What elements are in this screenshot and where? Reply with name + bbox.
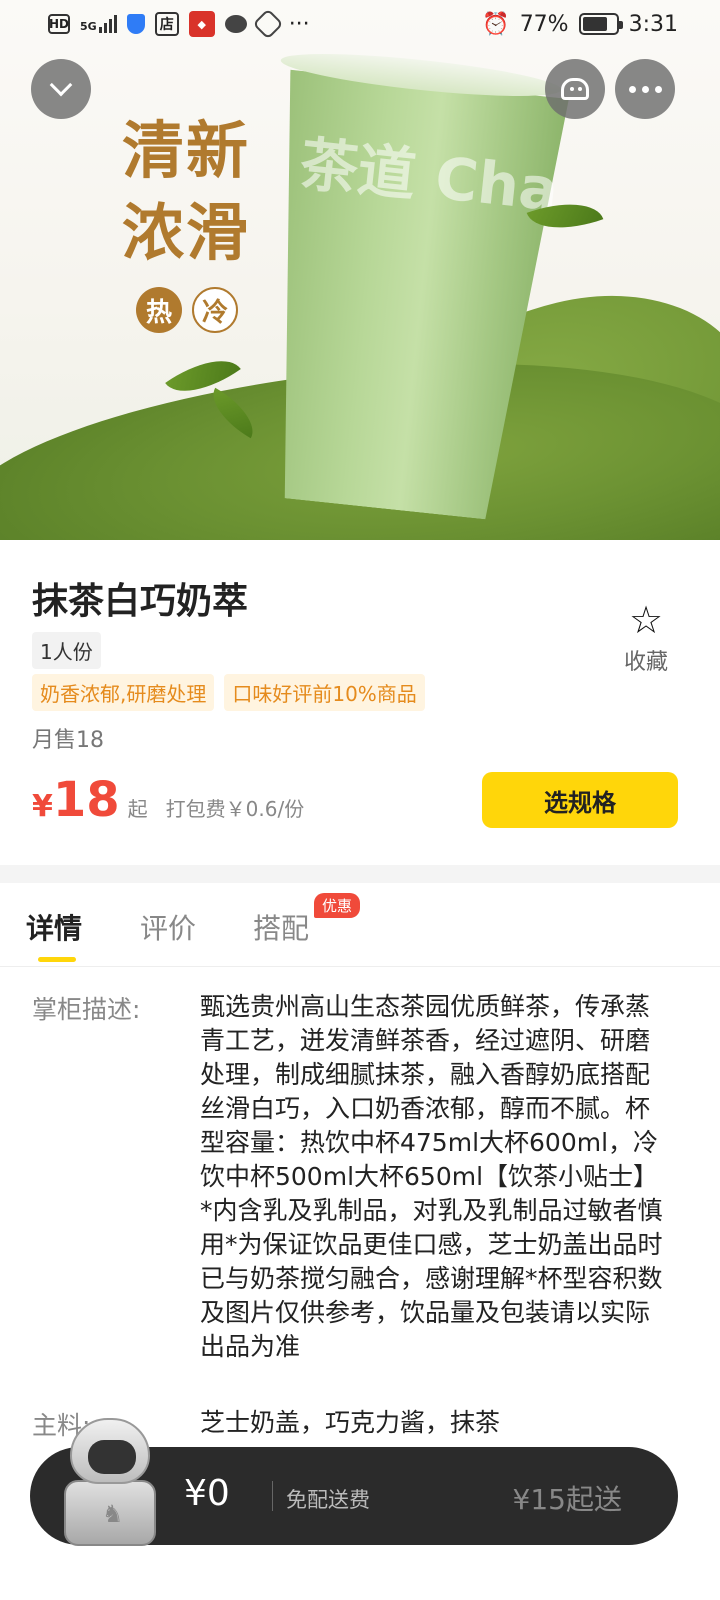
status-left: HD 5G 店 ◆ ···	[48, 8, 310, 40]
product-name: 抹茶白巧奶萃	[32, 581, 249, 622]
price-suffix: 起	[127, 797, 148, 821]
status-bar: HD 5G 店 ◆ ··· ⏰ 77% 3:31	[0, 0, 720, 48]
app-notification-icon: ◆	[188, 11, 215, 37]
favorite-label: 收藏	[623, 650, 668, 675]
tab-details[interactable]: 详情	[26, 907, 82, 947]
mascot-head	[70, 1418, 150, 1484]
active-tab-indicator	[38, 957, 76, 962]
mascot-face	[88, 1440, 136, 1474]
more-options-button[interactable]	[615, 59, 675, 119]
promo-badge: 优惠	[314, 893, 361, 918]
battery-fill	[582, 17, 608, 31]
collapse-button[interactable]	[31, 59, 91, 119]
battery-percent: 77%	[519, 11, 569, 37]
cold-badge: 冷	[192, 287, 238, 333]
status-right: ⏰ 77% 3:31	[482, 12, 678, 37]
chevron-down-icon	[49, 73, 73, 97]
customer-service-button[interactable]	[545, 59, 605, 119]
select-spec-button[interactable]: 选规格	[482, 772, 678, 828]
cart-amount: ¥0	[184, 1473, 230, 1514]
shipping-fee-text: 免配送费	[286, 1488, 370, 1512]
more-dots-icon	[628, 85, 662, 93]
slogan-line-2: 浓滑	[122, 196, 251, 269]
product-tag: 口味好评前10%商品	[224, 674, 425, 711]
star-icon: ☆	[628, 598, 664, 642]
hd-icon: HD	[48, 14, 70, 34]
minimum-order[interactable]: ¥15起送	[513, 1478, 622, 1518]
description-label: 掌柜描述:	[32, 995, 141, 1024]
product-tags: 奶香浓郁,研磨处理 口味好评前10%商品	[32, 674, 425, 711]
rabbit-logo-icon: ♞	[102, 1500, 124, 1528]
signal-5g-icon: 5G	[80, 15, 117, 33]
price-row: ¥ 18 起 打包费￥0.6/份	[32, 776, 304, 824]
shield-icon	[126, 14, 145, 34]
description-text: 甄选贵州高山生态茶园优质鲜茶，传承蒸青工艺，迸发清鲜茶香，经过遮阴、研磨处理，制…	[200, 992, 663, 1361]
detail-tabs: 详情 评价 搭配 优惠	[0, 883, 720, 967]
slogan-line-1: 清新	[122, 114, 251, 187]
store-icon: 店	[154, 12, 179, 36]
portion-badge: 1人份	[32, 632, 101, 669]
monthly-sales: 月售18	[32, 728, 104, 753]
hero-slogan: 清新 浓滑	[122, 110, 250, 274]
mascot-body: ♞	[64, 1480, 156, 1546]
tab-reviews[interactable]: 评价	[140, 907, 196, 947]
product-info: 抹茶白巧奶萃 ☆ 收藏 1人份 奶香浓郁,研磨处理 口味好评前10%商品 月售1…	[0, 540, 720, 865]
favorite-button[interactable]: ☆ 收藏	[616, 600, 676, 676]
ingredients-text: 芝士奶盖，巧克力酱，抹茶	[200, 1408, 501, 1437]
network-label: 5G	[80, 20, 97, 33]
tab-pairing[interactable]: 搭配	[253, 907, 309, 947]
more-notifications-icon: ···	[288, 11, 310, 37]
price-value: 18	[52, 772, 120, 828]
clock: 3:31	[628, 11, 678, 37]
cart-mascot-icon[interactable]: ♞	[60, 1418, 160, 1548]
battery-icon	[578, 13, 623, 35]
alarm-icon: ⏰	[482, 11, 510, 37]
cart-separator	[272, 1481, 273, 1511]
hot-badge: 热	[136, 287, 182, 333]
section-divider	[0, 865, 720, 883]
product-tag: 奶香浓郁,研磨处理	[32, 674, 215, 711]
hexagon-icon	[252, 8, 284, 40]
customer-service-icon	[561, 78, 589, 100]
chat-bubble-icon	[224, 15, 247, 33]
temperature-badges: 热 冷	[136, 287, 238, 333]
signal-bars-icon	[98, 15, 117, 33]
packaging-fee: 打包费￥0.6/份	[165, 797, 305, 821]
currency-symbol: ¥	[32, 789, 53, 824]
product-hero-image: 茶道 Cha 清新 浓滑 热 冷	[0, 0, 720, 540]
